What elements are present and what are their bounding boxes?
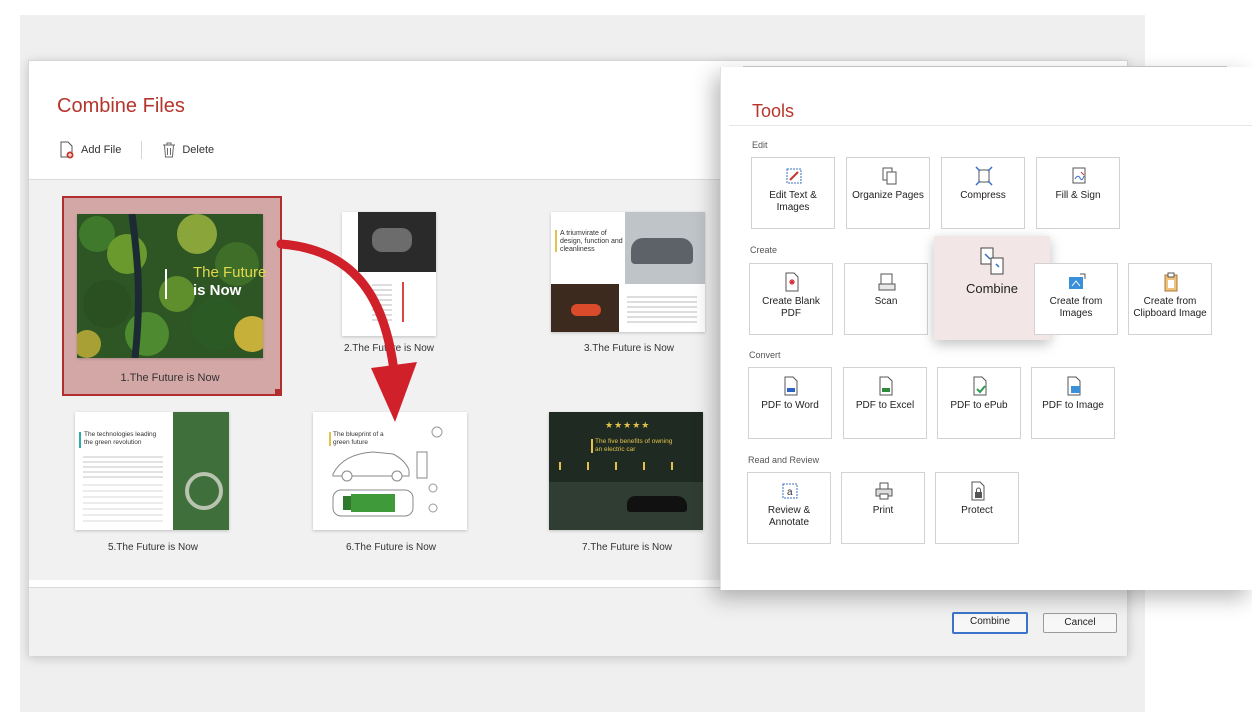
pdf-to-excel-icon	[879, 376, 893, 396]
tools-title: Tools	[752, 101, 795, 121]
tool-create-from-clipboard[interactable]: Create from Clipboard Image	[1128, 263, 1212, 335]
file-thumbnail[interactable]: The technologies leading the green revol…	[73, 410, 233, 560]
fill-sign-icon	[1072, 167, 1086, 184]
combine-icon	[980, 247, 1004, 275]
tool-label: Print	[872, 505, 894, 516]
trash-icon	[163, 142, 176, 158]
delete-label: Delete	[182, 144, 215, 156]
tools-divider	[729, 125, 1252, 126]
section-edit: Edit	[752, 140, 768, 150]
tool-pdf-to-image[interactable]: PDF to Image	[1031, 367, 1115, 439]
add-file-label: Add File	[81, 144, 122, 156]
file-caption: 1.The Future is Now	[120, 372, 220, 384]
organize-pages-icon	[882, 167, 897, 185]
tool-print[interactable]: Print	[841, 472, 925, 544]
dialog-footer: Combine Cancel	[29, 587, 1127, 656]
tool-organize-pages[interactable]: Organize Pages	[846, 157, 930, 229]
file-caption: 6.The Future is Now	[345, 542, 437, 553]
tool-label: Fill & Sign	[1055, 190, 1101, 201]
tool-label: Scan	[874, 296, 898, 307]
add-file-button[interactable]: Add File	[59, 141, 121, 159]
file-preview: A triumvirate of design, function and cl…	[551, 212, 705, 332]
drag-arrow-indicator	[276, 239, 417, 422]
tools-panel: Tools Edit Edit Text & Images Organize P…	[720, 67, 1252, 590]
section-create: Create	[750, 245, 778, 255]
cancel-button[interactable]: Cancel	[1043, 613, 1117, 633]
tool-label: Compress	[960, 190, 1006, 201]
compress-icon	[975, 166, 993, 186]
protect-icon	[971, 481, 985, 501]
tool-combine[interactable]: Combine	[934, 236, 1050, 340]
tool-label: Edit Text & Images	[769, 190, 817, 213]
tool-scan[interactable]: Scan	[844, 263, 928, 335]
tool-label: PDF to Image	[1042, 400, 1104, 411]
file-preview: The technologies leading the green revol…	[75, 412, 229, 530]
add-file-icon	[60, 141, 74, 159]
tool-label: Organize Pages	[852, 190, 924, 201]
tool-label: Review & Annotate	[767, 505, 811, 528]
svg-text:a: a	[787, 487, 793, 498]
tool-label: PDF to ePub	[950, 400, 1008, 411]
toolbar: Add File Delete	[59, 141, 214, 159]
clipboard-icon	[1164, 272, 1178, 292]
pdf-to-image-icon	[1067, 376, 1081, 396]
file-thumbnail[interactable]: The Future is Now 1.The Future is Now	[62, 196, 278, 392]
tool-label: Combine	[965, 281, 1019, 296]
images-icon	[1069, 273, 1086, 289]
tool-create-from-images[interactable]: Create from Images	[1034, 263, 1118, 335]
tool-pdf-to-excel[interactable]: PDF to Excel	[843, 367, 927, 439]
page-heading-text: The technologies leading the green revol…	[84, 431, 157, 446]
tool-edit-text-images[interactable]: Edit Text & Images	[751, 157, 835, 229]
tool-review-annotate[interactable]: a Review & Annotate	[747, 472, 831, 544]
page-heading-text: A triumvirate of design, function and cl…	[560, 230, 623, 253]
tool-label: PDF to Word	[761, 400, 819, 411]
print-icon	[875, 482, 893, 500]
tool-label: PDF to Excel	[855, 400, 915, 411]
tool-pdf-to-word[interactable]: PDF to Word	[748, 367, 832, 439]
pdf-to-word-icon	[784, 376, 798, 396]
pdf-to-epub-icon	[973, 376, 987, 396]
tool-fill-sign[interactable]: Fill & Sign	[1036, 157, 1120, 229]
tool-label: Create from Images	[1049, 296, 1103, 319]
combine-button[interactable]: Combine	[952, 612, 1028, 634]
file-caption: 3.The Future is Now	[583, 343, 675, 354]
file-caption: 7.The Future is Now	[581, 542, 673, 553]
tool-label: Create from Clipboard Image	[1133, 296, 1207, 319]
section-read-review: Read and Review	[748, 455, 820, 465]
rating-stars: ★★★★★	[605, 420, 651, 430]
file-thumbnail[interactable]: A triumvirate of design, function and cl…	[549, 210, 709, 360]
blank-pdf-icon	[785, 272, 799, 292]
file-preview: ★★★★★ The five benefits of owning an ele…	[549, 412, 703, 530]
edit-text-icon	[786, 168, 802, 184]
tool-protect[interactable]: Protect	[935, 472, 1019, 544]
tool-pdf-to-epub[interactable]: PDF to ePub	[937, 367, 1021, 439]
file-caption: 5.The Future is Now	[107, 542, 199, 553]
tool-label: Protect	[961, 505, 993, 516]
window-title: Combine Files	[57, 95, 185, 117]
section-convert: Convert	[749, 350, 781, 360]
page-heading-text: The five benefits of owning an electric …	[595, 438, 673, 453]
cover-title-line-2: is Now	[193, 282, 242, 299]
scan-icon	[878, 273, 896, 291]
tool-compress[interactable]: Compress	[941, 157, 1025, 229]
toolbar-separator	[141, 141, 143, 159]
file-thumbnail[interactable]: ★★★★★ The five benefits of owning an ele…	[547, 410, 707, 560]
tool-label: Create Blank PDF	[762, 296, 820, 319]
cover-title-line-1: The Future	[193, 264, 267, 281]
delete-button[interactable]: Delete	[162, 142, 214, 158]
annotate-icon: a	[782, 483, 798, 499]
tool-create-blank-pdf[interactable]: Create Blank PDF	[749, 263, 833, 335]
